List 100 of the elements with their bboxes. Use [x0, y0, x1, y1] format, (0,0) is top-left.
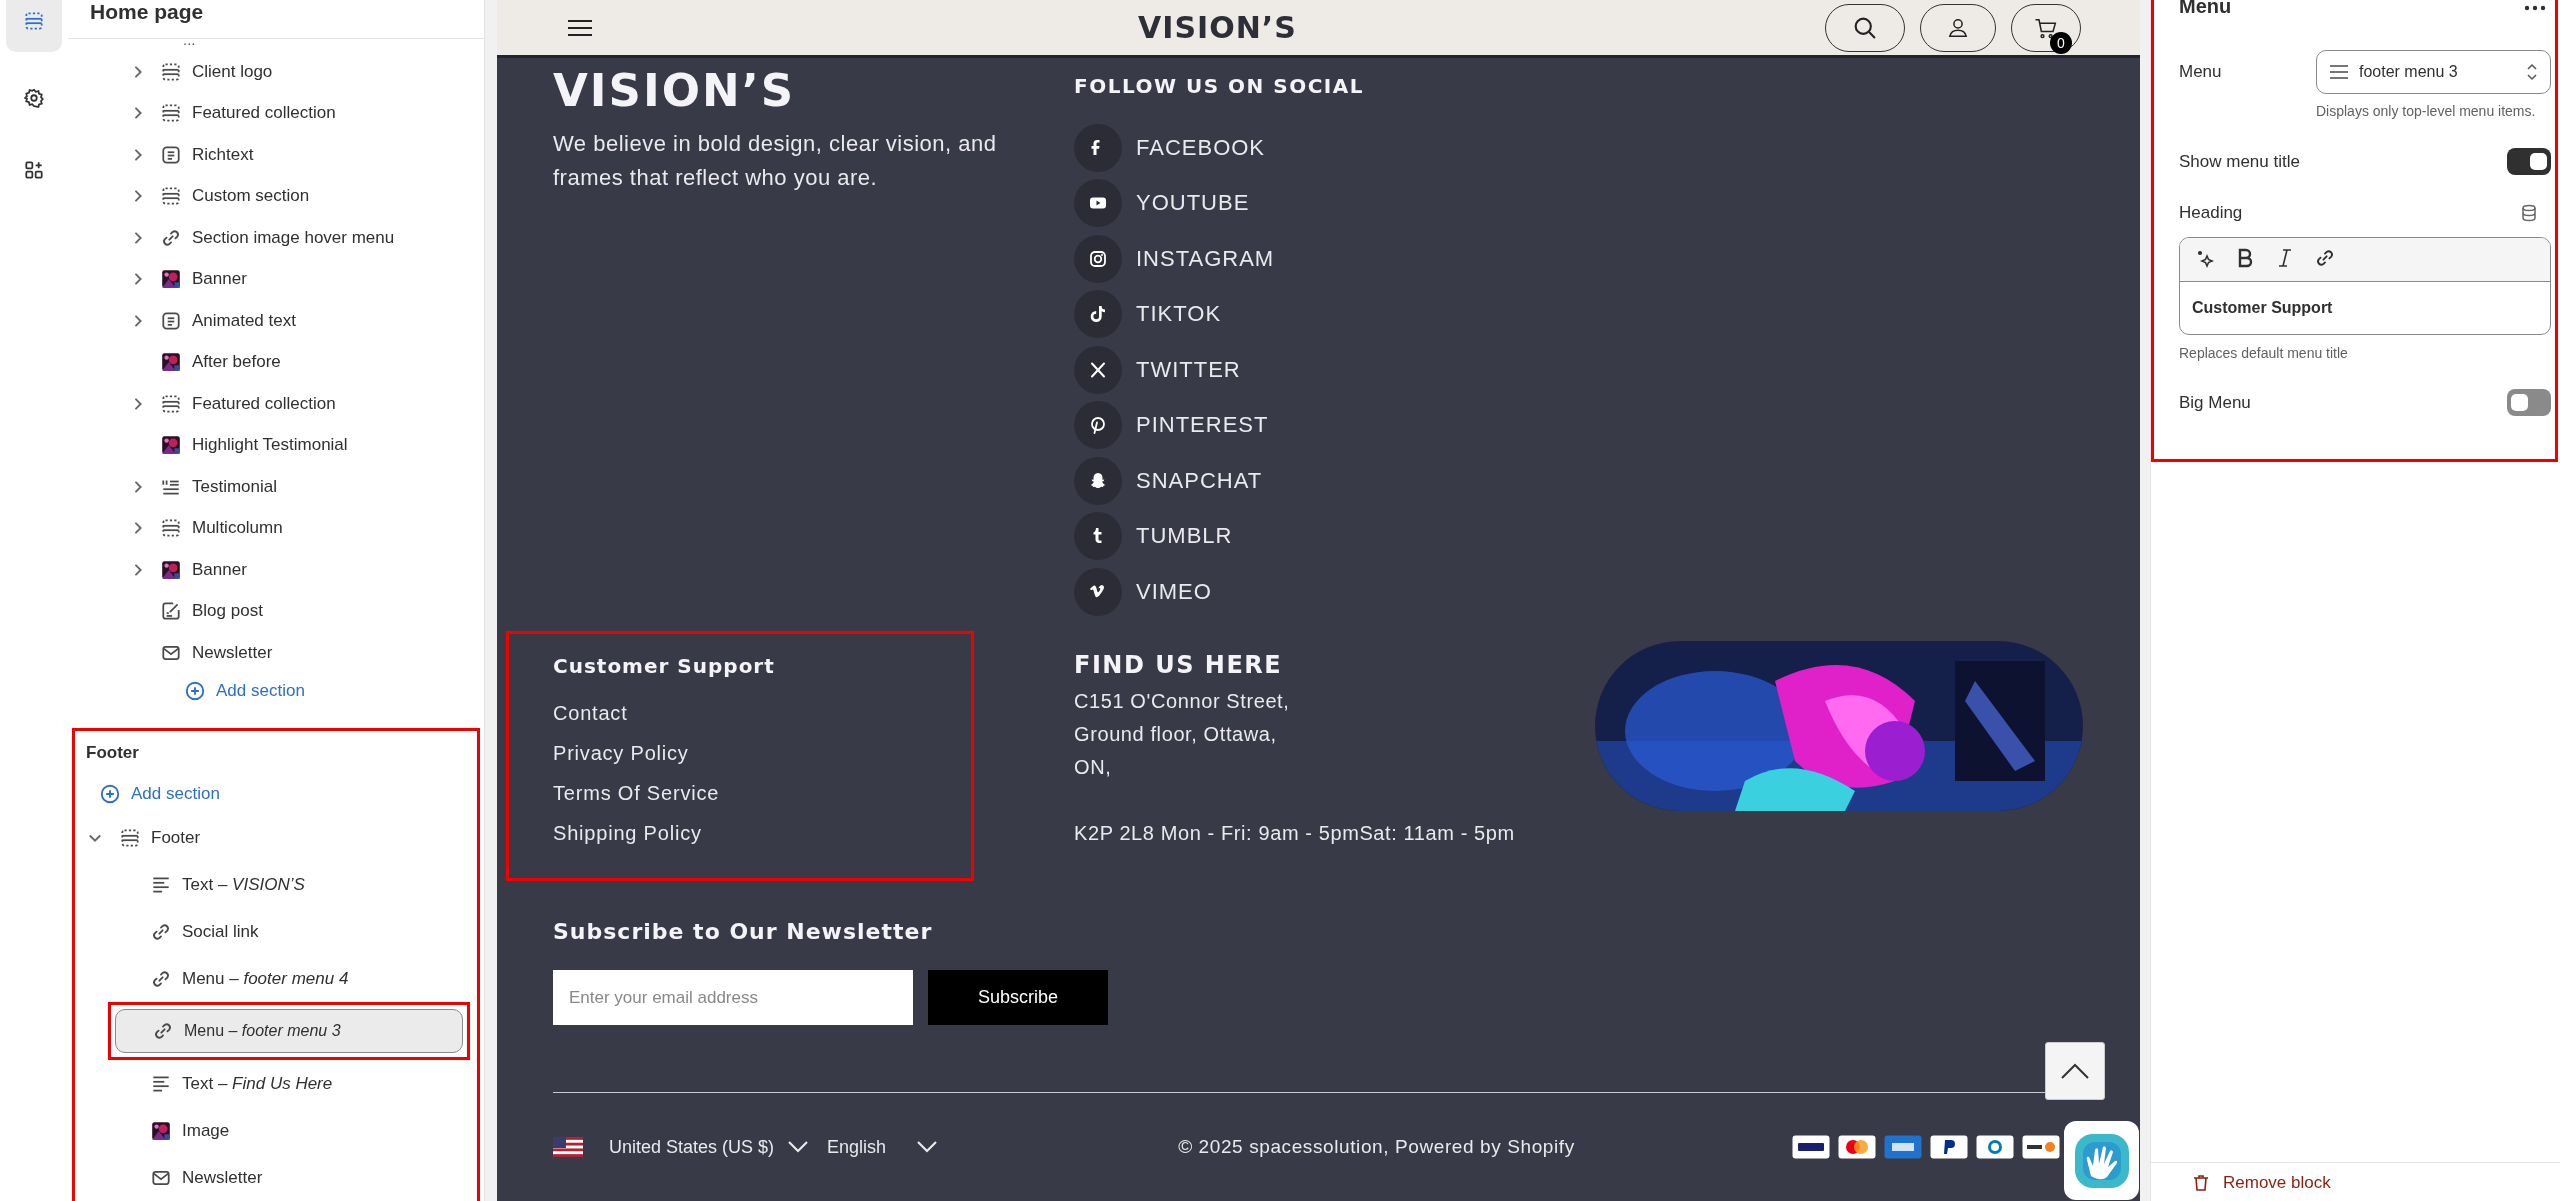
database-icon[interactable] — [2519, 203, 2539, 223]
social-link[interactable]: PINTEREST — [1136, 412, 1269, 439]
field-label: Heading — [2179, 203, 2243, 223]
address-line: ON, — [1074, 755, 1113, 780]
section-item[interactable]: Featured collection — [68, 92, 484, 134]
column-heading: FOLLOW US ON SOCIAL — [1074, 74, 1366, 98]
setting-label: Show menu title — [2179, 151, 2300, 172]
social-icon — [1074, 401, 1122, 450]
cart-count: 0 — [2050, 31, 2072, 54]
section-item[interactable]: Newsletter — [68, 631, 484, 674]
settings-icon — [23, 87, 45, 109]
field-label: Menu — [2179, 62, 2223, 82]
add-section-link[interactable]: Add section — [75, 773, 477, 815]
social-link[interactable]: YOUTUBE — [1136, 190, 1250, 217]
social-icon — [1074, 512, 1122, 561]
newsletter-heading: Subscribe to Our Newsletter — [553, 919, 934, 944]
chevron-down-icon — [787, 1140, 810, 1154]
social-icon — [1074, 290, 1122, 339]
payment-card-icon — [1792, 1135, 1830, 1159]
section-item[interactable]: Testimonial — [68, 465, 484, 508]
about-text: We believe in bold design, clear vision, and frames that reflect who you are. — [553, 130, 998, 192]
apps-icon — [23, 159, 45, 181]
copyright-text: © 2025 spacessolution, Powered by Shopify — [1178, 1136, 1575, 1158]
section-item[interactable]: Multicolumn — [68, 507, 484, 549]
menu-select[interactable]: footer menu 3 — [2316, 50, 2551, 94]
section-icon — [160, 102, 182, 125]
trash-icon — [2191, 1173, 2211, 1193]
store-logo[interactable]: VISION’S — [1138, 10, 1297, 45]
social-link[interactable]: SNAPCHAT — [1136, 467, 1263, 494]
section-item[interactable]: Richtext — [68, 133, 484, 176]
toggle-switch[interactable] — [2507, 148, 2551, 175]
text-block-icon — [160, 143, 182, 166]
remove-block-button[interactable]: Remove block — [2151, 1163, 2560, 1201]
chevron-up-icon — [2059, 1061, 2091, 1081]
social-link[interactable]: TWITTER — [1136, 356, 1241, 383]
panel-title: Menu — [2179, 0, 2232, 18]
section-item[interactable]: After before — [68, 341, 484, 383]
payment-card-icon — [2022, 1135, 2060, 1159]
list-icon — [2329, 64, 2349, 80]
footer-link[interactable]: Contact — [553, 702, 971, 742]
block-item[interactable]: Menu – footer menu 3 — [115, 1009, 463, 1053]
social-icon — [1074, 567, 1122, 616]
section-item[interactable]: Banner — [68, 548, 484, 591]
section-item[interactable]: Highlight Testimonial — [68, 424, 484, 466]
chevron-down-icon — [916, 1140, 939, 1154]
social-link[interactable]: TIKTOK — [1136, 301, 1222, 328]
footer-logo: VISION’S — [553, 64, 797, 117]
social-icon — [1074, 179, 1122, 228]
social-link[interactable]: FACEBOOK — [1136, 134, 1266, 161]
social-icon — [1074, 456, 1122, 505]
heading-value: Customer Support — [2192, 299, 2333, 317]
payment-card-icon — [1976, 1135, 2014, 1159]
footer-link[interactable]: Terms Of Service — [553, 782, 971, 822]
back-to-top-button[interactable] — [2045, 1042, 2105, 1100]
section-item[interactable]: Featured collection — [68, 382, 484, 425]
link-icon — [152, 1020, 174, 1042]
language-selector[interactable]: English — [827, 1136, 939, 1158]
up-down-icon — [2526, 63, 2538, 81]
sidebar-title: Home page — [90, 0, 204, 24]
section-item[interactable]: Client logo — [68, 50, 484, 93]
address-line: C151 O'Connor Street, — [1074, 689, 1291, 714]
toggle-switch[interactable] — [2507, 389, 2551, 416]
section-icon — [160, 185, 182, 208]
address-line: Ground floor, Ottawa, — [1074, 722, 1278, 747]
block-item[interactable]: Social link — [75, 908, 477, 955]
sections-icon — [23, 10, 45, 32]
social-link[interactable]: VIMEO — [1136, 578, 1212, 605]
add-section-link[interactable]: Add section — [68, 673, 484, 708]
payment-card-icon — [1884, 1135, 1922, 1159]
section-icon — [119, 827, 141, 849]
section-item[interactable]: Custom section — [68, 175, 484, 217]
block-item[interactable]: Text – Find Us Here — [75, 1060, 477, 1107]
social-icon — [1074, 345, 1122, 394]
group-heading: Footer — [85, 742, 140, 764]
email-field[interactable]: Enter your email address — [553, 970, 913, 1025]
block-item[interactable]: Menu – footer menu 4 — [75, 955, 477, 1002]
country-selector[interactable]: United States (US $) — [553, 1136, 810, 1158]
flag-icon — [553, 1137, 583, 1157]
section-item[interactable]: Section image hover menu — [68, 216, 484, 259]
column-heading: Customer Support — [553, 654, 776, 678]
block-item[interactable]: Image — [75, 1107, 477, 1154]
block-item[interactable]: Text – VISION’S — [75, 861, 477, 908]
column-heading: FIND US HERE — [1074, 651, 1284, 679]
social-link[interactable]: TUMBLR — [1136, 523, 1233, 550]
section-icon — [160, 517, 182, 540]
social-icon — [1074, 234, 1122, 283]
plus-circle-icon — [99, 783, 121, 805]
section-item[interactable]: Footer — [75, 815, 477, 861]
footer-link[interactable]: Shipping Policy — [553, 822, 971, 862]
footer-link[interactable]: Privacy Policy — [553, 742, 971, 782]
accessibility-icon[interactable] — [2063, 1120, 2140, 1201]
heading-editor[interactable]: Customer Support — [2179, 237, 2551, 335]
plus-circle-icon — [184, 679, 206, 702]
section-item[interactable]: Banner — [68, 258, 484, 300]
section-item[interactable]: Blog post — [68, 590, 484, 632]
block-item[interactable]: Newsletter — [75, 1154, 477, 1201]
social-link[interactable]: INSTAGRAM — [1136, 245, 1275, 272]
setting-label: Big Menu — [2179, 392, 2251, 413]
section-item[interactable]: Animated text — [68, 299, 484, 342]
subscribe-button[interactable]: Subscribe — [928, 970, 1108, 1025]
